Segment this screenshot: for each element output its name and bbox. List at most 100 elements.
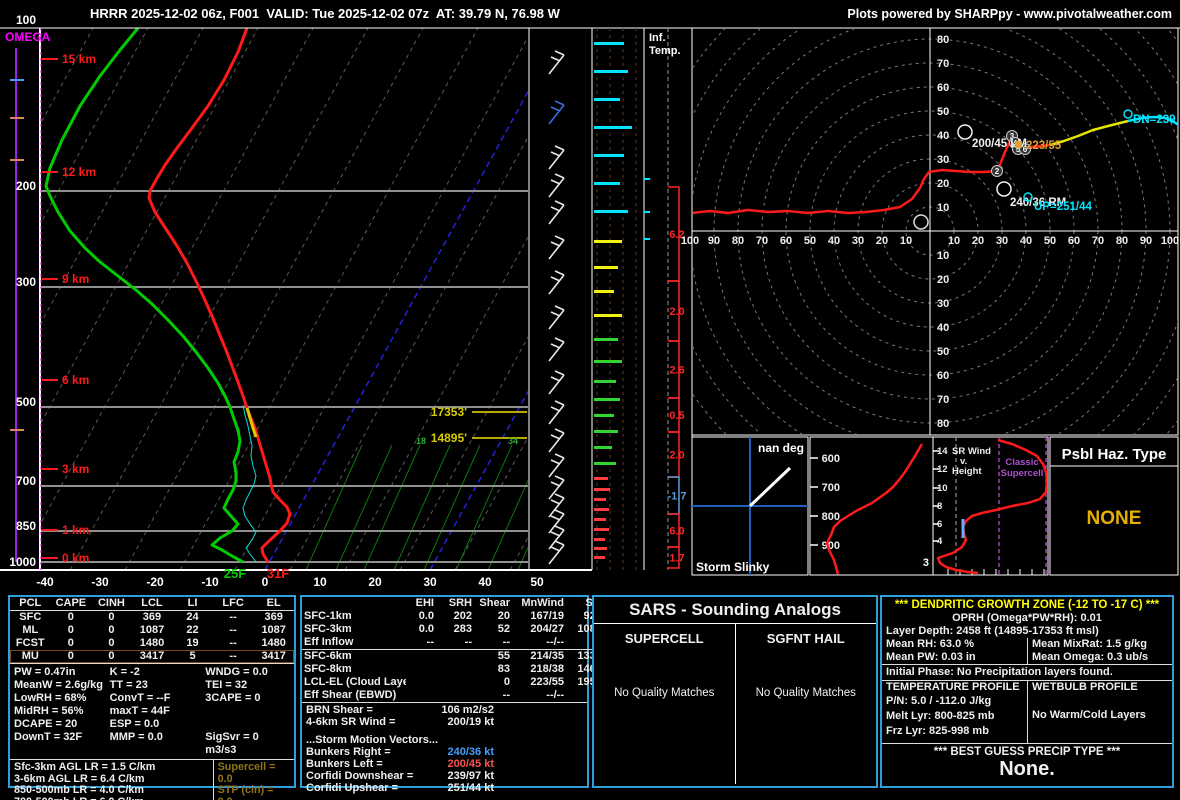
lapse-rate: 700-500mb LR = 6.0 C/km — [14, 796, 209, 800]
advection-value: 0.5 — [669, 410, 684, 422]
skewed-isotherm — [399, 336, 528, 570]
hodo-x-tick: 60 — [1068, 235, 1080, 247]
mixing-ratio-line — [423, 444, 481, 570]
thermodynamics-panel: PCL CAPE CINH LCL LI LFC EL SFC 0 0 369 24 -- 369 ML 0 0… — [8, 595, 296, 800]
hodo-y-tick: 50 — [937, 346, 949, 358]
skewed-isotherm — [179, 28, 479, 570]
hodo-y-tick: 80 — [937, 34, 949, 46]
hodo-x-tick: 80 — [1116, 235, 1128, 247]
parcel-cell: 1480 — [261, 637, 286, 649]
pressure-tick-label: 100 — [16, 13, 36, 27]
hodo-y-tick: 60 — [937, 82, 949, 94]
hodo-x-tick: 40 — [828, 235, 840, 247]
wind-speed-bar — [594, 290, 614, 293]
wind-speed-bar — [594, 210, 628, 213]
brn-section: BRN Shear = 106 m2/s2 4-6km SR Wind = 200/… — [302, 702, 587, 794]
mixing-ratio-line — [393, 444, 451, 570]
pressure-tick-label: 700 — [16, 474, 36, 488]
hodo-y-tick: 20 — [937, 178, 949, 190]
parcel-header: CAPE — [50, 597, 92, 611]
thermo-index: SigSvr = 0 m3/s3 — [205, 731, 259, 756]
wind-speed-bar — [594, 508, 609, 511]
hodo-y-tick: 40 — [937, 130, 949, 142]
kinematics-row: SFC-8km83218/38146/14 — [302, 663, 613, 676]
wind-speed-bar — [594, 414, 614, 417]
classic-supercell-label-2: Supercell — [1001, 468, 1044, 479]
temp-tick-label: -20 — [146, 575, 164, 589]
wind-speed-bar — [594, 528, 609, 531]
storm-motion-label: Bunkers Right = — [306, 746, 391, 758]
skewed-isotherm — [0, 28, 38, 570]
thermo-col-3: WNDG = 0.0 TEI = 32 3CAPE = 0 SigSvr = 0 m… — [205, 666, 290, 757]
parcel-cell: 19 — [186, 637, 199, 649]
mean-omega: Mean Omega: 0.3 ub/s — [1032, 651, 1149, 663]
kinematics-cell: 223/55 — [530, 676, 564, 688]
parcel-cell: 3417 — [261, 650, 286, 662]
kinematics-cell — [406, 663, 436, 676]
mixing-ratio-line — [335, 444, 393, 570]
kinematics-header: EHI — [415, 597, 434, 609]
sounding-plot-svg: 100 200 300 500 700 850 1000 15 km 12 km 9 km 6 km… — [0, 0, 1180, 589]
hodo-annotation-marker — [1123, 109, 1133, 119]
kinematics-row: SFC-1km0.020220167/1992/36 — [302, 610, 613, 623]
initial-phase: Initial Phase: No Precipitation layers f… — [882, 664, 1172, 680]
height-km-label: 12 km — [62, 165, 96, 179]
parcel-cell: MU — [21, 650, 39, 662]
temp-tick-label: 10 — [313, 575, 327, 589]
kinematics-cell: SFC-6km — [304, 650, 352, 662]
parcel-header: LCL — [131, 597, 173, 611]
mixing-ratio-label: 18 — [416, 436, 426, 446]
hodo-y-tick: 30 — [937, 298, 949, 310]
temp-tick-label: 50 — [530, 575, 544, 589]
skewed-isotherm — [234, 36, 528, 570]
skewed-isotherm — [69, 28, 369, 570]
hodo-y-tick: 70 — [937, 58, 949, 70]
omega-axis-label: OMEGA — [5, 30, 51, 44]
hodo-y-tick: 20 — [937, 274, 949, 286]
theta-e-curve — [825, 443, 924, 575]
hodo-mid-level — [1049, 119, 1129, 147]
parcel-cell: 0 — [108, 624, 115, 636]
wind-speed-bar — [594, 488, 610, 491]
skewed-isotherm — [41, 28, 259, 424]
psbl-haz-title: Psbl Haz. Type — [1062, 446, 1167, 463]
kinematics-cell: 214/35 — [530, 650, 564, 662]
hodo-y-tick: 70 — [937, 394, 949, 406]
parcel-cell: 3417 — [139, 650, 165, 662]
highlight-isotherm — [429, 390, 528, 570]
dgz-layer-depth: Layer Depth: 2458 ft (14895-17353 ft msl… — [886, 625, 1099, 637]
kinematics-row: Eff Shear (EBWD)----/----/-- — [302, 689, 613, 702]
hodo-annotation-marker — [1015, 141, 1022, 148]
thermo-indices: PW = 0.47in MeanW = 2.6g/kg LowRH = 68% Mid… — [10, 663, 294, 759]
skewed-isotherm — [41, 28, 149, 224]
wind-speed-bar — [594, 98, 620, 101]
hodo-y-tick: 80 — [937, 418, 949, 430]
lapse-rate: 850-500mb LR = 4.0 C/km — [14, 784, 144, 796]
surface-dewpoint-label: 25F — [224, 566, 246, 581]
parcel-cell: ML — [22, 624, 39, 636]
height-km-label: 3 km — [62, 462, 89, 476]
hodo-x-tick: 50 — [1044, 235, 1056, 247]
thermo-col-1: PW = 0.47in MeanW = 2.6g/kg LowRH = 68% Mid… — [14, 666, 110, 757]
slinky-title: Storm Slinky — [696, 560, 770, 574]
parcel-cell: 369 — [142, 611, 162, 623]
thermo-index: TEI = 32 — [205, 679, 248, 691]
thermo-index: WNDG = 0.0 — [205, 666, 268, 678]
storm-motion-label: Corfidi Upshear = — [306, 782, 398, 794]
dgz-bottom-height-label: 14895' — [431, 431, 467, 445]
highlight-isotherm — [264, 90, 528, 570]
wind-barb — [548, 428, 565, 453]
wind-speed-bar — [594, 462, 616, 465]
parcel-row: MU 0 0 3417 5 -- 3417 — [10, 650, 294, 663]
parcel-header: PCL — [10, 597, 51, 611]
thermo-index: MMP = 0.0 — [109, 731, 163, 743]
brn-shear-label: BRN Shear = — [306, 704, 373, 716]
kinematics-cell: Eff Inflow — [304, 636, 354, 648]
hodo-ring — [594, 0, 1180, 567]
hodo-annotation-marker — [996, 181, 1012, 197]
pressure-tick-label: 850 — [16, 519, 36, 533]
hodo-annotation-label: 223/55 — [1026, 140, 1062, 152]
temp-tick-label: 40 — [478, 575, 492, 589]
wind-speed-bar — [594, 338, 618, 341]
kinematics-cell — [406, 689, 436, 702]
